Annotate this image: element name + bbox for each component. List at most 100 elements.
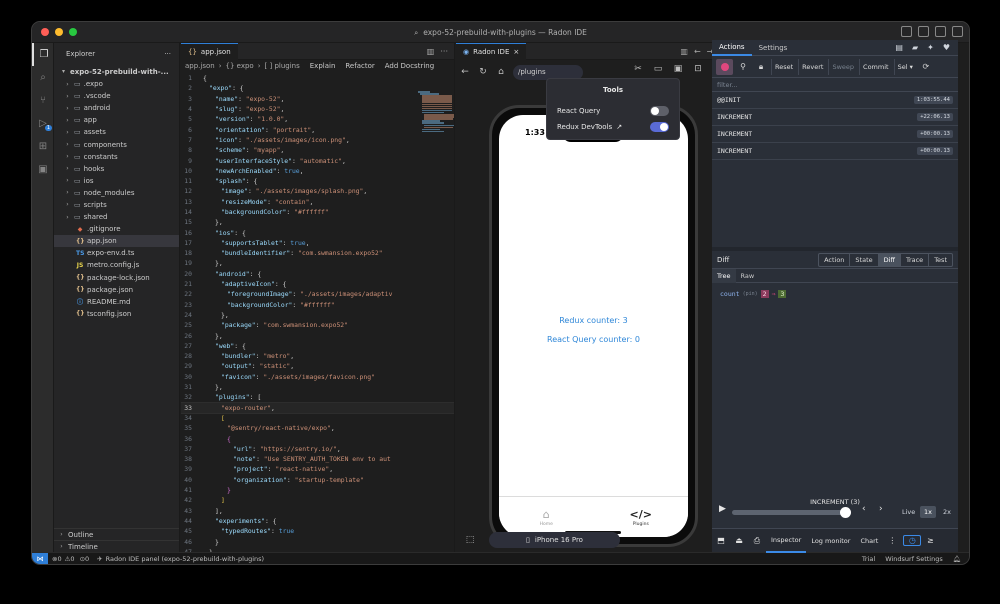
diff-key[interactable]: count [720, 290, 740, 298]
code-line[interactable]: 8 "scheme": "myapp", [181, 145, 454, 155]
code-line[interactable]: 43], [181, 505, 454, 515]
remote-explorer-icon[interactable]: ▣ [32, 158, 54, 181]
monitor-tab-test[interactable]: Test [928, 253, 952, 266]
code-line[interactable]: 36 { [181, 433, 454, 443]
source-control-icon[interactable]: ⑂ [32, 89, 54, 112]
more-actions-icon[interactable]: ··· [440, 47, 448, 56]
remote-devtools-icon[interactable]: ◷ [903, 535, 922, 546]
device-screen[interactable]: 1:33 Redux counter: 3 React Query counte… [499, 115, 688, 537]
inspect-element-icon[interactable]: ⬚ [461, 535, 479, 545]
file-tree-item[interactable]: › ▭ .expo [54, 78, 179, 90]
code-line[interactable]: 29 "output": "static", [181, 361, 454, 371]
action-list-item[interactable]: @@INIT 1:03:55.44 [712, 92, 958, 109]
chat-icon[interactable]: ▰ [912, 43, 918, 52]
heart-icon[interactable]: ♥ [943, 43, 950, 52]
notifications-icon[interactable]: 🔔︎ [953, 555, 961, 563]
code-line[interactable]: 13 "resizeMode": "contain", [181, 197, 454, 207]
extensions-icon[interactable]: ⊞ [32, 135, 54, 158]
code-line[interactable]: 7 "icon": "./assets/images/icon.png", [181, 135, 454, 145]
workspace-root[interactable]: ▾ expo-52-prebuild-with-... [54, 65, 179, 78]
code-line[interactable]: 45 "typedRoutes": true [181, 526, 454, 536]
codelens-refactor[interactable]: Refactor [345, 62, 374, 70]
code-line[interactable]: 24}, [181, 310, 454, 320]
code-line[interactable]: 2 "expo": { [181, 83, 454, 93]
arrow-left-icon[interactable]: ← [694, 47, 701, 56]
tab-log-monitor[interactable]: Log monitor [806, 529, 855, 553]
radon-panel-status[interactable]: Radon IDE panel (expo-52-prebuild-with-p… [106, 555, 264, 563]
action-list-item[interactable]: INCREMENT +00:00.13 [712, 126, 958, 143]
code-line[interactable]: 33 "expo-router", [181, 401, 454, 414]
lock-icon[interactable]: 🔒︎ [753, 62, 769, 72]
remote-icon[interactable]: ⋈ [32, 552, 48, 564]
tab-inspector[interactable]: Inspector [766, 529, 807, 553]
timeline-section[interactable]: › Timeline [54, 540, 179, 552]
code-line[interactable]: 26}, [181, 330, 454, 340]
code-line[interactable]: 12 "image": "./assets/images/splash.png", [181, 186, 454, 196]
code-line[interactable]: 11 "splash": { [181, 176, 454, 186]
customize-layout-icon[interactable] [952, 26, 963, 37]
code-line[interactable]: 18 "bundleIdentifier": "com.swmansion.exp… [181, 248, 454, 258]
codelens-explain[interactable]: Explain [310, 62, 336, 70]
code-line[interactable]: 16 "ios": { [181, 227, 454, 237]
warnings-count[interactable]: 0 [70, 555, 74, 563]
subtab-tree[interactable]: Tree [712, 268, 736, 283]
device-selector-button[interactable]: ▯ iPhone 16 Pro [489, 532, 620, 548]
reset-button[interactable]: Reset [771, 58, 796, 75]
speed-1x-button[interactable]: 1x [920, 506, 936, 518]
terminal-icon[interactable]: ≥ [921, 536, 939, 545]
inspect-icon[interactable]: ⊡ [689, 64, 707, 74]
action-list-item[interactable]: INCREMENT +00:00.13 [712, 143, 958, 160]
editor-tab-app-json[interactable]: {} app.json [181, 43, 238, 60]
code-line[interactable]: 9 "userInterfaceStyle": "automatic", [181, 155, 454, 165]
file-tree-item[interactable]: › ▭ assets [54, 126, 179, 138]
file-tree-item[interactable]: ⓘ README.md [54, 296, 179, 308]
step-back-icon[interactable]: ‹ [862, 504, 866, 514]
code-line[interactable]: 19}, [181, 258, 454, 268]
more-actions-icon[interactable]: ··· [164, 50, 171, 58]
code-line[interactable]: 4 "slug": "expo-52", [181, 104, 454, 114]
monitor-tab-state[interactable]: State [849, 253, 877, 266]
toggle-sidebar-icon[interactable] [901, 26, 912, 37]
back-icon[interactable]: ← [456, 67, 474, 77]
screenshot-icon[interactable]: ▣ [669, 64, 687, 74]
close-tab-icon[interactable]: × [513, 48, 519, 56]
outline-section[interactable]: › Outline [54, 528, 179, 540]
speed-2x-button[interactable]: 2x [939, 506, 955, 518]
sweep-button[interactable]: Sweep [828, 58, 857, 75]
file-tree-item[interactable]: › ▭ shared [54, 211, 179, 223]
codelens-docstring[interactable]: Add Docstring [385, 62, 434, 70]
radon-tab[interactable]: ◉ Radon IDE × [456, 42, 527, 60]
external-link-icon[interactable]: ↗ [616, 123, 622, 131]
dispatch-icon[interactable]: ⬒ [712, 536, 730, 545]
code-line[interactable]: 28 "bundler": "metro", [181, 351, 454, 361]
tools-icon[interactable]: ✂ [629, 64, 647, 74]
tool-row-react-query[interactable]: React Query [557, 105, 669, 117]
file-tree-item[interactable]: {} tsconfig.json [54, 308, 179, 320]
record-button[interactable] [716, 58, 733, 75]
pin-icon[interactable]: ⚲ [735, 62, 751, 71]
code-line[interactable]: 46} [181, 536, 454, 546]
code-line[interactable]: 37 "url": "https://sentry.io/", [181, 444, 454, 454]
code-line[interactable]: 39 "project": "react-native", [181, 464, 454, 474]
ports-count[interactable]: 0 [85, 555, 89, 563]
play-icon[interactable]: ▶ [719, 504, 726, 514]
code-line[interactable]: 27 "web": { [181, 341, 454, 351]
file-tree-item[interactable]: JS metro.config.js [54, 259, 179, 271]
tool-row-redux-devtools[interactable]: Redux DevTools ↗ [557, 121, 669, 133]
book-icon[interactable]: ▤ [895, 43, 903, 52]
code-line[interactable]: 42] [181, 495, 454, 505]
redux-devtools-toggle[interactable] [650, 122, 669, 132]
file-tree-item[interactable]: › ▭ constants [54, 151, 179, 163]
windsurf-settings[interactable]: Windsurf Settings [885, 555, 943, 563]
code-line[interactable]: 20 "android": { [181, 269, 454, 279]
file-tree-item[interactable]: ◆ .gitignore [54, 223, 179, 235]
toggle-panel-icon[interactable] [918, 26, 929, 37]
file-tree-item[interactable]: › ▭ ios [54, 175, 179, 187]
file-tree-item[interactable]: › ▭ scripts [54, 199, 179, 211]
code-line[interactable]: 35 "@sentry/react-native/expo", [181, 423, 454, 433]
file-tree-item[interactable]: {} app.json [54, 235, 179, 248]
explorer-icon[interactable]: ❐ [32, 43, 54, 66]
code-line[interactable]: 10 "newArchEnabled": true, [181, 166, 454, 176]
code-line[interactable]: 38 "note": "Use SENTRY_AUTH_TOKEN env to … [181, 454, 454, 464]
slider-handle[interactable] [839, 507, 851, 518]
